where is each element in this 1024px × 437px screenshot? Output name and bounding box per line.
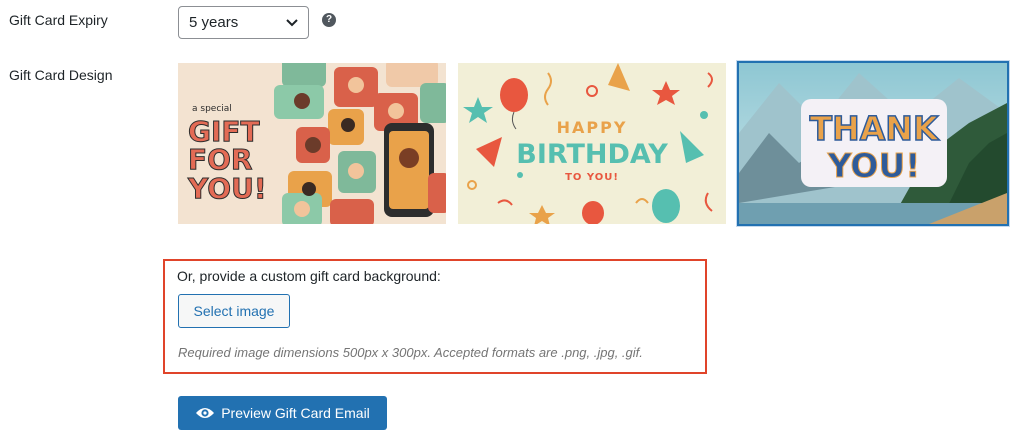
design-label: Gift Card Design (9, 67, 113, 83)
design-option-happy-birthday[interactable]: HAPPY BIRTHDAY TO YOU! (458, 63, 726, 224)
expiry-select-value: 5 years (189, 14, 239, 31)
design-3-line-1: THANK (810, 109, 940, 148)
chevron-down-icon (286, 18, 298, 26)
expiry-select[interactable]: 5 years (178, 6, 309, 39)
select-image-button[interactable]: Select image (178, 294, 290, 328)
design-option-gift-for-you[interactable]: a special GIFT FOR YOU! (178, 63, 446, 224)
eye-icon (196, 408, 215, 418)
design-2-line-1: HAPPY (557, 118, 628, 137)
preview-button-label: Preview Gift Card Email (221, 405, 370, 421)
preview-gift-card-email-button[interactable]: Preview Gift Card Email (178, 396, 387, 430)
design-2-line-2: BIRTHDAY (516, 139, 668, 170)
gift-for-you-image: a special GIFT FOR YOU! (178, 63, 446, 224)
thank-you-image: THANK YOU! (739, 63, 1007, 224)
design-1-line-1: a special (192, 104, 232, 114)
design-option-thank-you[interactable]: THANK YOU! (737, 61, 1009, 226)
question-circle-icon[interactable]: ? (322, 13, 336, 27)
design-2-line-3: TO YOU! (565, 172, 619, 183)
design-1-line-4: YOU! (187, 172, 267, 205)
design-3-line-2: YOU! (827, 146, 921, 185)
happy-birthday-image: HAPPY BIRTHDAY TO YOU! (458, 63, 726, 224)
custom-background-prompt: Or, provide a custom gift card backgroun… (177, 268, 441, 284)
expiry-label: Gift Card Expiry (9, 12, 108, 28)
image-requirements-hint: Required image dimensions 500px x 300px.… (178, 345, 643, 360)
